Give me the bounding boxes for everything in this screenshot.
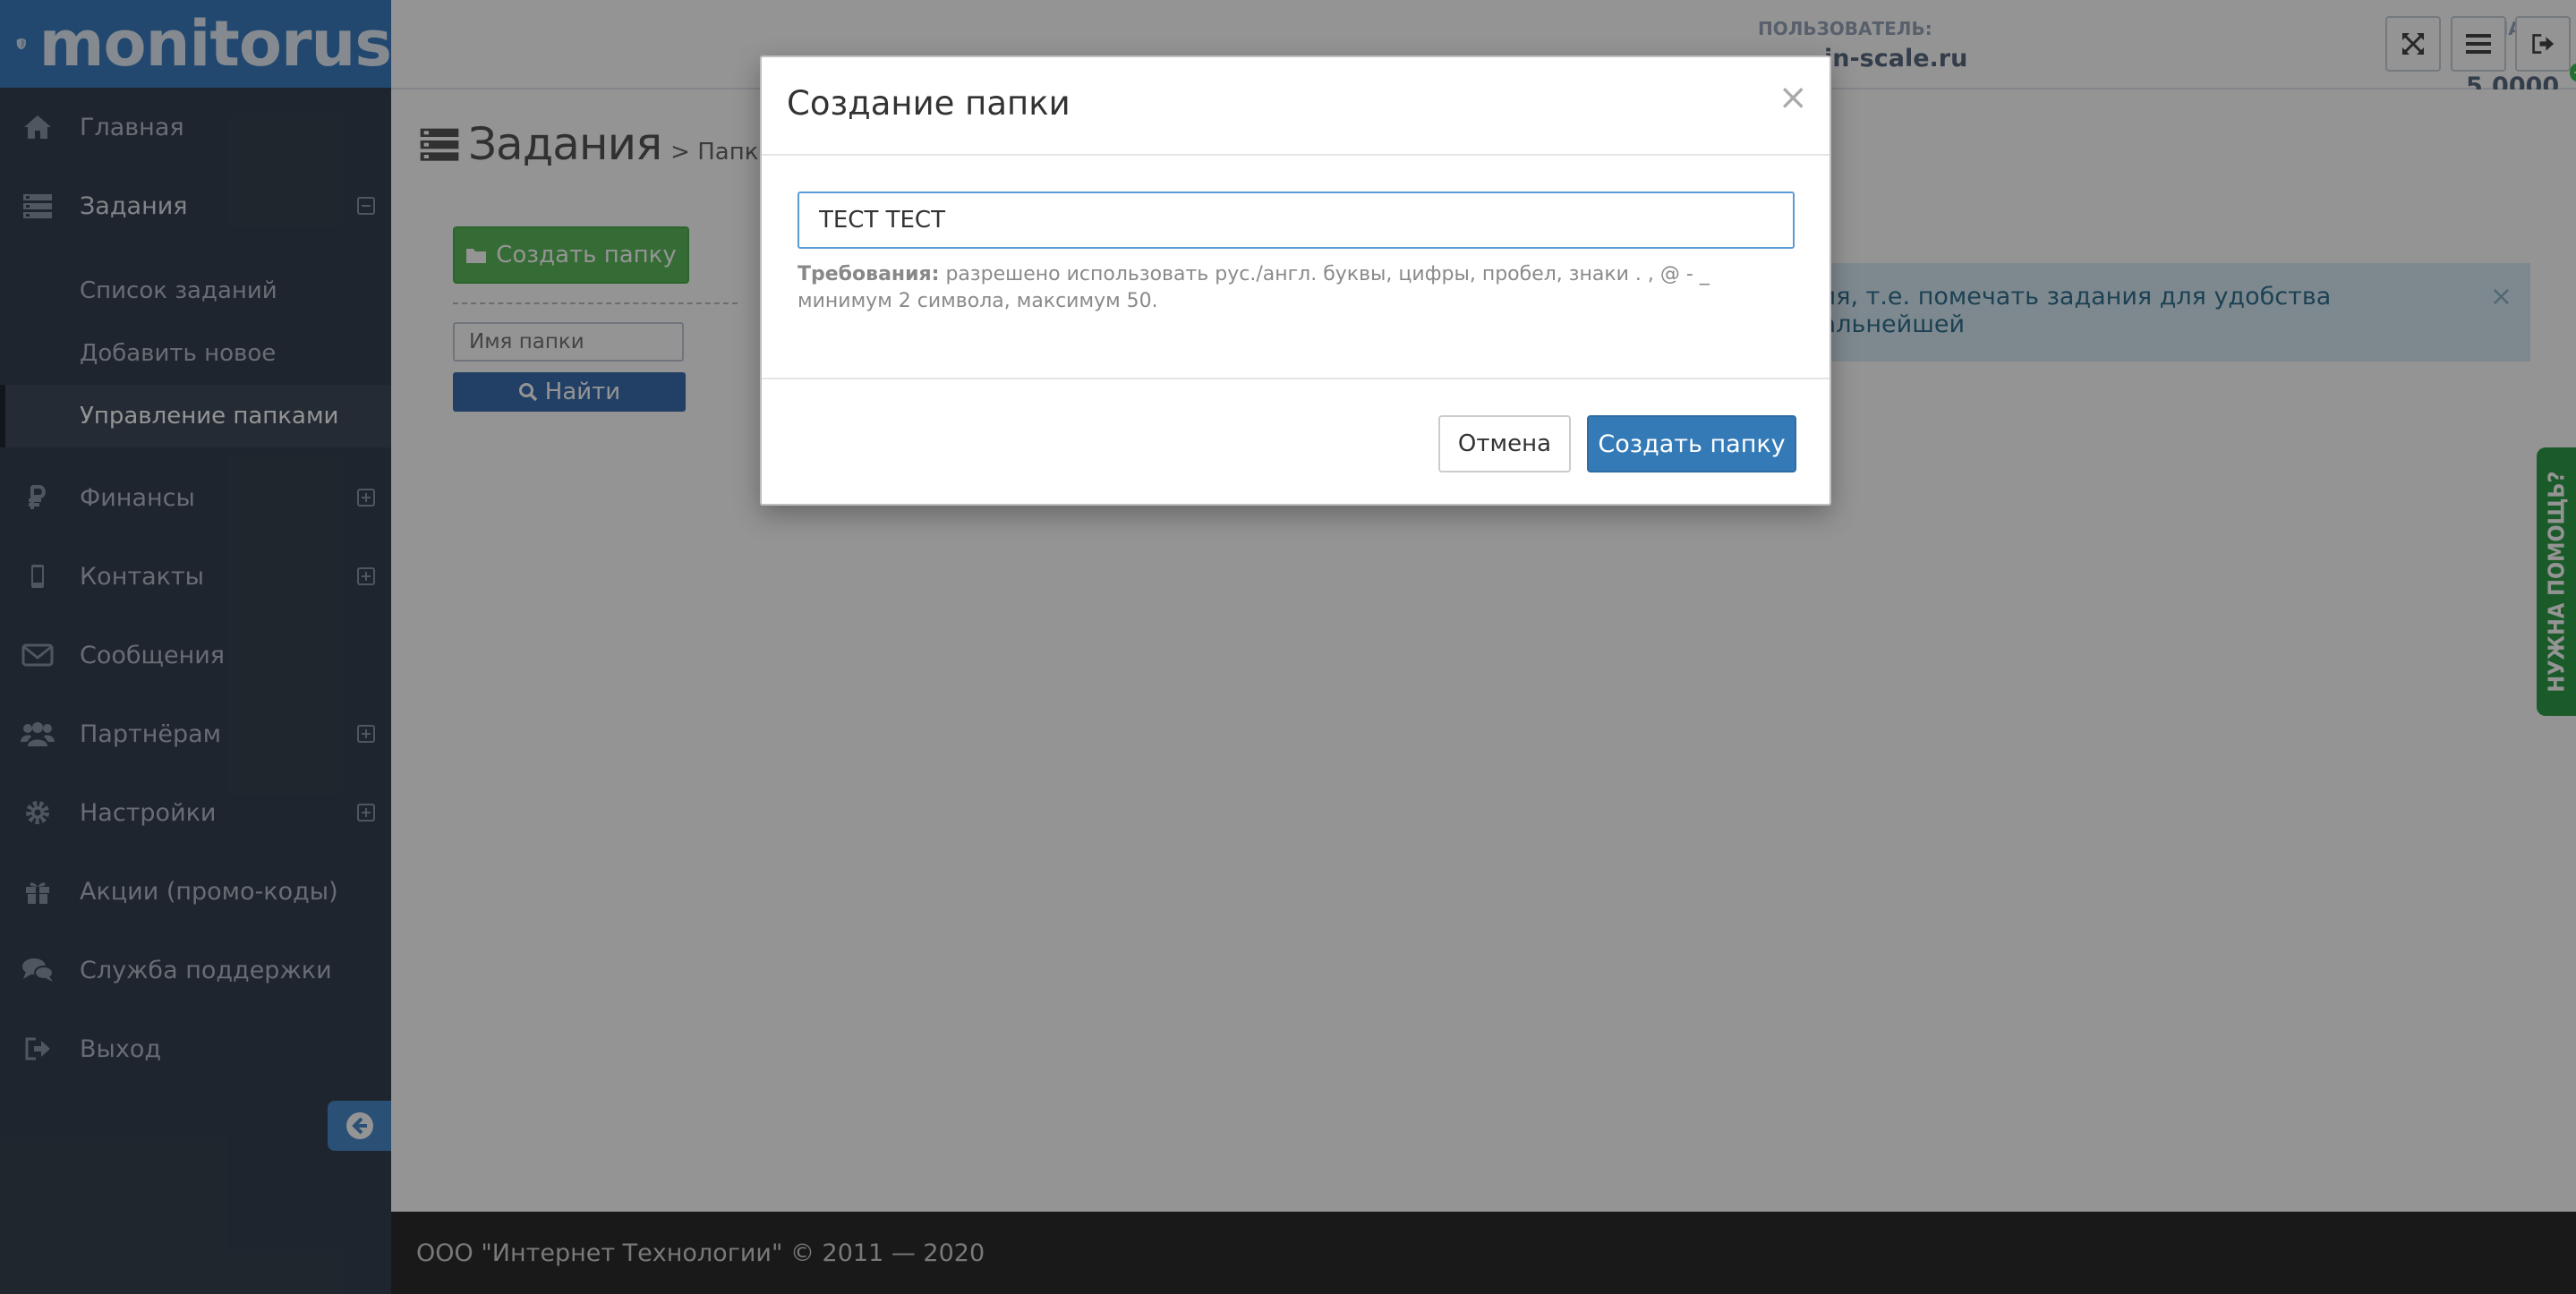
requirements-label: Требования: <box>798 263 940 285</box>
modal-body: Требования: разрешено использовать рус./… <box>762 156 1830 379</box>
app-root: monitorus Главная Задания Список заданий… <box>0 0 2576 1294</box>
modal-title: Создание папки <box>787 84 1070 123</box>
cancel-button[interactable]: Отмена <box>1438 415 1571 472</box>
modal-footer: Отмена Создать папку <box>762 379 1830 504</box>
create-folder-submit-button[interactable]: Создать папку <box>1587 415 1796 472</box>
folder-name-input[interactable] <box>798 192 1795 249</box>
requirements-text: Требования: разрешено использовать рус./… <box>798 261 1795 315</box>
close-icon[interactable]: × <box>1778 77 1808 118</box>
create-folder-modal: Создание папки × Требования: разрешено и… <box>760 55 1831 506</box>
modal-header: Создание папки × <box>762 57 1830 156</box>
